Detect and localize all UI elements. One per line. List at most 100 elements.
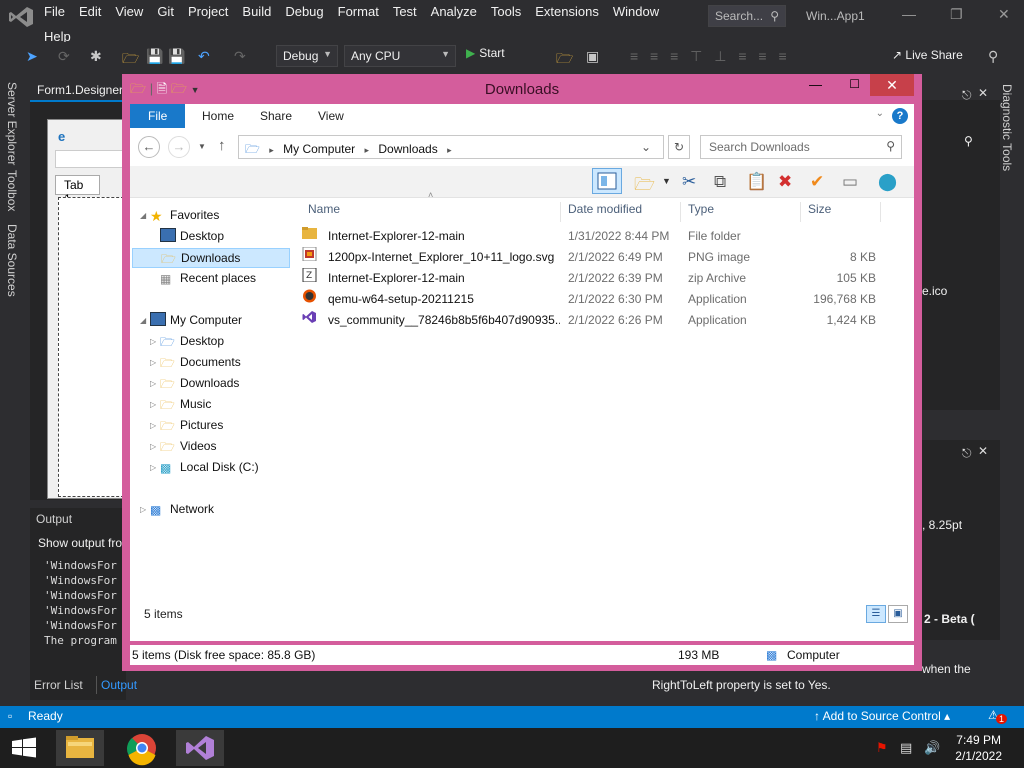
delete-icon[interactable]: ✖ <box>778 172 792 192</box>
menu-test[interactable]: Test <box>393 4 425 19</box>
close-icon[interactable]: ✕ <box>998 6 1010 23</box>
menu-tools[interactable]: Tools <box>491 4 529 19</box>
taskbar-clock[interactable]: 7:49 PM 2/1/2022 <box>955 732 1002 764</box>
file-row[interactable]: 1200px-Internet_Explorer_10+11_logo.svg … <box>302 246 892 268</box>
menu-build[interactable]: Build <box>242 4 279 19</box>
breadcrumb-my-computer[interactable]: My Computer <box>283 142 355 156</box>
start-button[interactable]: ▶ Start <box>466 46 505 60</box>
file-explorer-taskbar-icon[interactable] <box>56 730 104 766</box>
tab-server-explorer[interactable]: Server Explorer <box>5 82 19 165</box>
windows-start-icon[interactable] <box>0 730 48 766</box>
live-share-button[interactable]: ↗ Live Share <box>892 48 963 62</box>
menu-debug[interactable]: Debug <box>285 4 331 19</box>
search-icon[interactable]: ⚲ <box>964 134 973 148</box>
feedback-icon[interactable]: ⚲ <box>988 48 998 65</box>
preview-pane-button[interactable] <box>592 168 622 194</box>
file-row[interactable]: Z Internet-Explorer-12-main 2/1/2022 6:3… <box>302 267 892 289</box>
nav-pc-local-disk[interactable]: ▷ ▩ Local Disk (C:) <box>130 458 288 478</box>
rename-icon[interactable]: ▭ <box>842 172 858 192</box>
checkmark-icon[interactable]: ✔ <box>810 172 824 192</box>
paste-icon[interactable]: 📋 <box>746 172 767 192</box>
menu-view[interactable]: View <box>115 4 151 19</box>
menu-file[interactable]: File <box>44 4 73 19</box>
menu-window[interactable]: Window <box>613 4 667 19</box>
nav-pc-desktop[interactable]: ▷ 🗁 Desktop <box>130 332 288 352</box>
vs-search-box[interactable]: Search... ⚲ <box>708 5 786 27</box>
chevron-down-icon[interactable]: ⌄ <box>641 140 651 154</box>
form-address-textbox[interactable] <box>55 150 125 168</box>
refresh-icon[interactable]: ↻ <box>668 135 690 159</box>
chevron-down-icon[interactable]: ⌄ <box>876 108 884 119</box>
up-arrow-icon[interactable]: ↑ <box>218 137 226 154</box>
volume-icon[interactable]: 🔊 <box>924 740 940 756</box>
menu-format[interactable]: Format <box>338 4 387 19</box>
explorer-title-bar[interactable]: 🗁 | 🗎 🗁 ▼ Downloads — ☐ ✕ <box>122 74 922 104</box>
maximize-icon[interactable]: ☐ <box>849 77 860 91</box>
file-row[interactable]: vs_community__78246b8b5f6b407d90935... 2… <box>302 310 892 331</box>
form-tab-page[interactable] <box>58 197 124 497</box>
nav-fav-downloads[interactable]: 🗁 Downloads <box>132 248 290 268</box>
restore-icon[interactable]: ❐ <box>950 6 963 23</box>
close-icon[interactable]: ✕ <box>978 444 988 458</box>
details-view-icon[interactable]: ☰ <box>866 605 886 623</box>
tab-output[interactable]: Output <box>96 676 142 694</box>
new-folder-icon[interactable]: 🗁 <box>634 172 655 201</box>
redo-icon[interactable]: ↷ <box>234 48 246 65</box>
file-row[interactable]: Internet-Explorer-12-main 1/31/2022 8:44… <box>302 226 892 247</box>
menu-edit[interactable]: Edit <box>79 4 109 19</box>
ribbon-tab-home[interactable]: Home <box>190 104 246 128</box>
search-downloads-input[interactable]: Search Downloads ⚲ <box>700 135 902 159</box>
ribbon-tab-view[interactable]: View <box>306 104 356 128</box>
cut-icon[interactable]: ✂ <box>682 172 696 192</box>
nav-pc-pictures[interactable]: ▷ 🗁 Pictures <box>130 416 288 436</box>
tab-error-list[interactable]: Error List <box>30 676 87 694</box>
close-button[interactable]: ✕ <box>870 74 914 96</box>
visual-studio-taskbar-icon[interactable] <box>176 730 224 766</box>
tab-data-sources[interactable]: Data Sources <box>5 224 19 297</box>
ribbon-tab-share[interactable]: Share <box>248 104 304 128</box>
folder-icon[interactable]: 🗁 <box>556 48 573 72</box>
open-folder-icon[interactable]: 🗁 <box>122 48 139 72</box>
help-icon[interactable]: ? <box>892 108 908 124</box>
column-name[interactable]: Name <box>308 202 340 216</box>
ribbon-tab-file[interactable]: File <box>130 104 186 128</box>
chrome-taskbar-icon[interactable] <box>118 730 166 766</box>
address-bar[interactable]: 🗁 ▸ My Computer ▸ Downloads ▸ ⌄ <box>238 135 664 159</box>
network-icon[interactable]: ▤ <box>900 740 912 756</box>
nav-my-computer[interactable]: ◢ My Computer <box>130 311 288 331</box>
chevron-down-icon[interactable]: ▼ <box>662 176 671 186</box>
tab-toolbox[interactable]: Toolbox <box>5 170 19 211</box>
column-type[interactable]: Type <box>688 202 714 216</box>
forward-icon[interactable]: → <box>168 136 190 158</box>
copy-icon[interactable]: ⧉ <box>714 172 726 192</box>
file-row[interactable]: qemu-w64-setup-20211215 2/1/2022 6:30 PM… <box>302 289 892 310</box>
undo-icon[interactable]: ↶ <box>198 48 210 65</box>
menu-git[interactable]: Git <box>157 4 182 19</box>
form-tab-1[interactable]: Tab 1 <box>55 175 100 206</box>
new-project-icon[interactable]: ✱ <box>90 48 102 65</box>
column-date-modified[interactable]: Date modified <box>568 202 642 216</box>
form-preview[interactable]: e Tab 1 <box>47 119 127 499</box>
minimize-icon[interactable]: — <box>809 77 822 92</box>
platform-dropdown[interactable]: Any CPU ▼ <box>344 45 456 67</box>
pin-icon[interactable]: ⎋ <box>962 88 972 103</box>
config-dropdown[interactable]: Debug ▼ <box>276 45 338 67</box>
breadcrumb-downloads[interactable]: Downloads <box>378 142 437 156</box>
forward-icon[interactable]: ⟳ <box>58 48 70 65</box>
tab-form1-designer[interactable]: Form1.Designer. <box>30 80 133 100</box>
minimize-icon[interactable]: — <box>902 6 916 22</box>
menu-project[interactable]: Project <box>188 4 236 19</box>
menu-extensions[interactable]: Extensions <box>535 4 607 19</box>
nav-fav-recent-places[interactable]: ▦ Recent places <box>130 269 288 289</box>
nav-pc-downloads[interactable]: ▷ 🗁 Downloads <box>130 374 288 394</box>
properties-icon[interactable]: ⬤ <box>878 172 897 192</box>
save-all-icon[interactable]: 💾 <box>168 48 185 65</box>
nav-pc-documents[interactable]: ▷ 🗁 Documents <box>130 353 288 373</box>
nav-favorites[interactable]: ◢ ★ Favorites <box>130 206 288 226</box>
back-icon[interactable]: ➤ <box>26 48 38 65</box>
recent-locations-icon[interactable]: ▼ <box>198 142 206 151</box>
nav-fav-desktop[interactable]: Desktop <box>130 227 288 247</box>
nav-pc-videos[interactable]: ▷ 🗁 Videos <box>130 437 288 457</box>
pin-icon[interactable]: ⎋ <box>962 446 972 461</box>
flag-icon[interactable]: ⚑ <box>876 740 888 756</box>
